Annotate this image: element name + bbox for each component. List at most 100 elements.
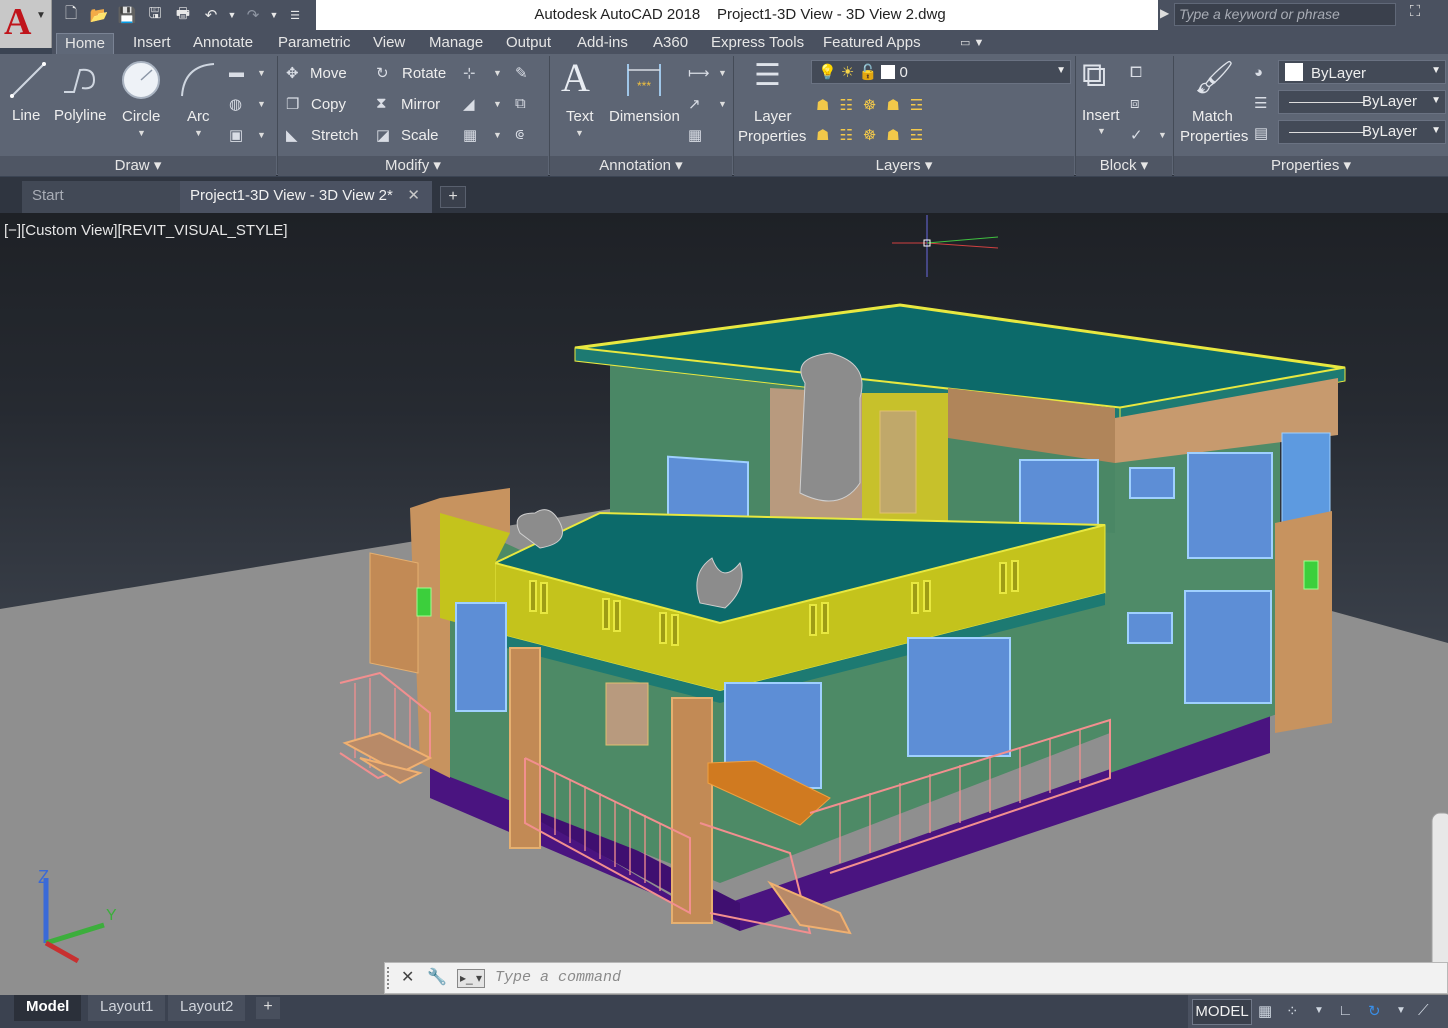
trim-icon[interactable]: ⊹ xyxy=(463,64,476,82)
text-button[interactable]: Text xyxy=(566,108,594,125)
tab-drawing[interactable]: Project1-3D View - 3D View 2* ✕ xyxy=(180,181,432,213)
layer-tools-row1-icon[interactable]: ☗☷☸☗☲ xyxy=(816,96,933,114)
tab-express-tools[interactable]: Express Tools xyxy=(703,33,812,54)
linetype-dropdown[interactable]: ByLayer ▼ xyxy=(1278,90,1446,114)
application-menu-button[interactable]: A ▼ xyxy=(0,0,52,48)
layer-dropdown[interactable]: 💡 ☀ 🔓 0 ▼ xyxy=(811,60,1071,84)
new-file-icon[interactable]: 🗋 xyxy=(58,4,84,26)
rotate-button[interactable]: Rotate xyxy=(402,65,446,82)
close-icon[interactable]: ✕ xyxy=(401,967,414,987)
boundary-icon[interactable]: ▣ xyxy=(229,126,243,144)
table-icon[interactable]: ▦ xyxy=(688,126,702,144)
properties-panel-title[interactable]: Properties ▾ xyxy=(1174,156,1448,176)
match-properties-button-line1[interactable]: Match xyxy=(1192,108,1233,125)
save-icon[interactable]: 💾 xyxy=(114,4,140,26)
binoculars-icon[interactable]: ⛶ xyxy=(1402,3,1428,26)
tab-layout1[interactable]: Layout1 xyxy=(88,995,166,1021)
workspace-toggle-icon[interactable]: ▭ ▼ xyxy=(952,33,992,54)
drag-handle[interactable] xyxy=(387,967,393,989)
layer-tools-row2-icon[interactable]: ☗☷☸☗☲ xyxy=(816,126,933,144)
grid-icon[interactable]: ▦ xyxy=(1258,1002,1272,1020)
model-space-button[interactable]: MODEL xyxy=(1192,999,1252,1025)
tab-a360[interactable]: A360 xyxy=(645,33,696,54)
tab-layout2[interactable]: Layout2 xyxy=(168,995,246,1021)
annotation-panel-title[interactable]: Annotation ▾ xyxy=(550,156,732,176)
copy-button[interactable]: Copy xyxy=(311,96,346,113)
save-as-icon[interactable]: 🖫 xyxy=(142,4,168,26)
attribute-icon[interactable]: ✓ xyxy=(1130,126,1143,144)
layers-panel-title[interactable]: Layers ▾ xyxy=(734,156,1074,176)
chevron-down-icon[interactable]: ▼ xyxy=(1314,1005,1324,1016)
polar-tracking-icon[interactable]: ↻ xyxy=(1368,1002,1381,1020)
tab-start[interactable]: Start xyxy=(22,181,180,213)
chevron-down-icon[interactable]: ▼ xyxy=(575,128,584,138)
rectangle-icon[interactable]: ▬ xyxy=(229,64,244,81)
move-button[interactable]: Move xyxy=(310,65,347,82)
chevron-down-icon[interactable]: ▼ xyxy=(1396,1005,1406,1016)
chevron-down-icon[interactable]: ▼ xyxy=(257,130,266,140)
plot-icon[interactable]: 🖶 xyxy=(170,4,196,26)
offset-icon[interactable]: ⟃ xyxy=(515,126,524,143)
chevron-down-icon[interactable]: ▼ xyxy=(718,68,727,78)
mirror-button[interactable]: Mirror xyxy=(401,96,440,113)
chevron-down-icon[interactable]: ▼ xyxy=(493,68,502,78)
layer-properties-button-line1[interactable]: Layer xyxy=(754,108,792,125)
tab-home[interactable]: Home xyxy=(56,33,115,54)
scale-button[interactable]: Scale xyxy=(401,127,439,144)
chevron-down-icon[interactable]: ▼ xyxy=(137,128,146,138)
chevron-down-icon[interactable]: ▼ xyxy=(257,68,266,78)
tab-view[interactable]: View xyxy=(365,33,413,54)
tab-manage[interactable]: Manage xyxy=(421,33,491,54)
close-icon[interactable]: ✕ xyxy=(407,181,420,211)
undo-dropdown-icon[interactable]: ▼ xyxy=(226,4,238,26)
create-block-icon[interactable]: ⧠ xyxy=(1130,64,1142,81)
expand-icon[interactable]: ▶ xyxy=(1160,6,1169,20)
tab-output[interactable]: Output xyxy=(498,33,559,54)
chevron-down-icon[interactable]: ▼ xyxy=(1097,126,1106,136)
open-file-icon[interactable]: 📂 xyxy=(86,4,112,26)
command-input[interactable]: Type a command xyxy=(495,969,621,986)
block-panel-title[interactable]: Block ▾ xyxy=(1076,156,1172,176)
redo-dropdown-icon[interactable]: ▼ xyxy=(268,4,280,26)
tab-parametric[interactable]: Parametric xyxy=(270,33,359,54)
leader-icon[interactable]: ↗ xyxy=(688,95,701,113)
chevron-down-icon[interactable]: ▼ xyxy=(1158,130,1167,140)
layer-properties-button-line2[interactable]: Properties xyxy=(738,128,806,145)
circle-button[interactable]: Circle xyxy=(122,108,160,125)
chevron-down-icon[interactable]: ▼ xyxy=(194,128,203,138)
modify-panel-title[interactable]: Modify ▾ xyxy=(278,156,548,176)
snap-icon[interactable]: ⁘ xyxy=(1286,1002,1299,1020)
polyline-button[interactable]: Polyline xyxy=(54,107,107,124)
dimension-button[interactable]: Dimension xyxy=(609,108,680,125)
color-dropdown[interactable]: ByLayer ▼ xyxy=(1278,60,1446,84)
redo-icon[interactable]: ↷ xyxy=(240,4,266,26)
chevron-down-icon[interactable]: ▼ xyxy=(718,99,727,109)
tab-add-ins[interactable]: Add-ins xyxy=(569,33,636,54)
chevron-down-icon[interactable]: ▼ xyxy=(493,130,502,140)
chevron-down-icon[interactable]: ▼ xyxy=(257,99,266,109)
wrench-icon[interactable]: 🔧 xyxy=(427,967,447,987)
arc-button[interactable]: Arc xyxy=(187,108,210,125)
drawing-viewport[interactable]: [−][Custom View][REVIT_VISUAL_STYLE] Z Y xyxy=(0,213,1448,995)
edit-block-icon[interactable]: ⧈ xyxy=(1130,95,1140,112)
customize-qat-icon[interactable]: ☰ xyxy=(282,4,308,26)
draw-panel-title[interactable]: Draw ▾ xyxy=(0,156,276,176)
tab-featured-apps[interactable]: Featured Apps xyxy=(815,33,929,54)
command-history-icon[interactable]: ▸_ ▾ xyxy=(457,969,485,988)
match-properties-button-line2[interactable]: Properties xyxy=(1180,128,1248,145)
array-icon[interactable]: ▦ xyxy=(463,126,477,144)
chevron-down-icon[interactable]: ▼ xyxy=(493,99,502,109)
erase-icon[interactable]: ✎ xyxy=(515,64,528,82)
lineweight-dropdown[interactable]: ByLayer ▼ xyxy=(1278,120,1446,144)
insert-button[interactable]: Insert xyxy=(1082,107,1120,124)
line-button[interactable]: Line xyxy=(12,107,40,124)
add-layout-button[interactable]: + xyxy=(256,997,280,1019)
tab-annotate[interactable]: Annotate xyxy=(185,33,261,54)
stretch-button[interactable]: Stretch xyxy=(311,127,359,144)
undo-icon[interactable]: ↶ xyxy=(198,4,224,26)
ortho-icon[interactable]: ∟ xyxy=(1338,1002,1353,1019)
fillet-icon[interactable]: ◢ xyxy=(463,95,475,113)
linear-dimension-icon[interactable]: ⟼ xyxy=(688,64,710,82)
new-tab-button[interactable]: + xyxy=(440,186,466,208)
isometric-icon[interactable]: ⟋ xyxy=(1418,1002,1429,1019)
